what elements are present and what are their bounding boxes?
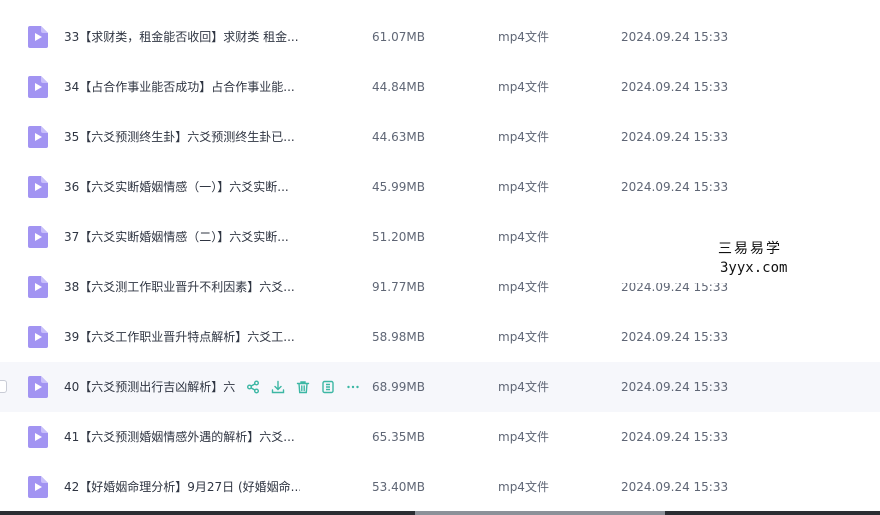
- file-row-hovered[interactable]: 40【六爻预测出行吉凶解析】六 68.99MB mp4文件 2024.09.24…: [0, 362, 880, 412]
- file-row[interactable]: 39【六爻工作职业晋升特点解析】六爻工... 58.98MB mp4文件 202…: [0, 312, 880, 362]
- file-name[interactable]: 42【好婚姻命理分析】9月27日 (好婚姻命...: [64, 478, 300, 496]
- video-file-icon: [28, 26, 48, 48]
- file-type: mp4文件: [498, 80, 549, 94]
- video-file-icon: [28, 226, 48, 248]
- file-date: 2024.09.24 15:33: [621, 430, 729, 444]
- file-date: 2024.09.24 15:33: [621, 480, 729, 494]
- file-type: mp4文件: [498, 230, 549, 244]
- video-file-icon: [28, 176, 48, 198]
- file-name[interactable]: 33【求财类，租金能否收回】求财类 租金...: [64, 28, 300, 46]
- video-file-icon: [28, 276, 48, 298]
- share-button[interactable]: [240, 377, 265, 397]
- file-size: 51.20MB: [372, 230, 425, 244]
- file-row[interactable]: 36【六爻实断婚姻情感（一）】六爻实断... 45.99MB mp4文件 202…: [0, 162, 880, 212]
- file-date: 2024.09.24 15:33: [621, 330, 729, 344]
- trash-icon: [296, 381, 309, 394]
- file-name[interactable]: 36【六爻实断婚姻情感（一）】六爻实断...: [64, 178, 300, 196]
- file-name[interactable]: 34【占合作事业能否成功】占合作事业能...: [64, 78, 300, 96]
- file-name[interactable]: 37【六爻实断婚姻情感（二）】六爻实断...: [64, 228, 300, 246]
- file-type: mp4文件: [498, 180, 549, 194]
- more-icon: [346, 385, 359, 389]
- file-date: 2024.09.24 15:33: [621, 180, 729, 194]
- file-type: mp4文件: [498, 480, 549, 494]
- file-size: 44.63MB: [372, 130, 425, 144]
- video-file-icon: [28, 126, 48, 148]
- watermark-text-en: 3yyx.com: [720, 260, 788, 276]
- file-row[interactable]: 41【六爻预测婚姻情感外遇的解析】六爻... 65.35MB mp4文件 202…: [0, 412, 880, 462]
- info-button[interactable]: [315, 377, 340, 397]
- horizontal-scrollbar-thumb[interactable]: [415, 511, 665, 515]
- file-type: mp4文件: [498, 330, 549, 344]
- file-row[interactable]: 42【好婚姻命理分析】9月27日 (好婚姻命... 53.40MB mp4文件 …: [0, 462, 880, 512]
- file-name[interactable]: 39【六爻工作职业晋升特点解析】六爻工...: [64, 328, 300, 346]
- file-row[interactable]: 35【六爻预测终生卦】六爻预测终生卦已... 44.63MB mp4文件 202…: [0, 112, 880, 162]
- file-size: 91.77MB: [372, 280, 425, 294]
- file-size: 61.07MB: [372, 30, 425, 44]
- video-file-icon: [28, 476, 48, 498]
- file-size: 45.99MB: [372, 180, 425, 194]
- info-icon: [321, 380, 334, 394]
- file-type: mp4文件: [498, 430, 549, 444]
- file-size: 44.84MB: [372, 80, 425, 94]
- file-date: 2024.09.24 15:33: [621, 30, 729, 44]
- file-row[interactable]: 33【求财类，租金能否收回】求财类 租金... 61.07MB mp4文件 20…: [0, 12, 880, 62]
- file-date: 2024.09.24 15:33: [621, 380, 729, 394]
- delete-button[interactable]: [290, 377, 315, 397]
- watermark-text-cn: 三易易学: [718, 241, 782, 257]
- file-type: mp4文件: [498, 30, 549, 44]
- file-date: 2024.09.24 15:33: [621, 130, 729, 144]
- file-size: 68.99MB: [372, 380, 425, 394]
- download-icon: [271, 380, 284, 394]
- video-file-icon: [28, 76, 48, 98]
- file-type: mp4文件: [498, 280, 549, 294]
- file-name[interactable]: 38【六爻测工作职业晋升不利因素】六爻...: [64, 278, 300, 296]
- file-name[interactable]: 40【六爻预测出行吉凶解析】六: [64, 378, 236, 396]
- file-type: mp4文件: [498, 380, 549, 394]
- row-checkbox[interactable]: [0, 380, 7, 393]
- file-date: 2024.09.24 15:33: [621, 80, 729, 94]
- video-file-icon: [28, 326, 48, 348]
- file-name[interactable]: 41【六爻预测婚姻情感外遇的解析】六爻...: [64, 428, 300, 446]
- video-file-icon: [28, 376, 48, 398]
- video-file-icon: [28, 426, 48, 448]
- file-size: 65.35MB: [372, 430, 425, 444]
- file-size: 58.98MB: [372, 330, 425, 344]
- file-size: 53.40MB: [372, 480, 425, 494]
- share-icon: [246, 380, 259, 394]
- download-button[interactable]: [265, 377, 290, 397]
- more-button[interactable]: [340, 377, 365, 397]
- row-actions: [240, 377, 365, 397]
- file-row[interactable]: 34【占合作事业能否成功】占合作事业能... 44.84MB mp4文件 202…: [0, 62, 880, 112]
- file-name[interactable]: 35【六爻预测终生卦】六爻预测终生卦已...: [64, 128, 300, 146]
- file-type: mp4文件: [498, 130, 549, 144]
